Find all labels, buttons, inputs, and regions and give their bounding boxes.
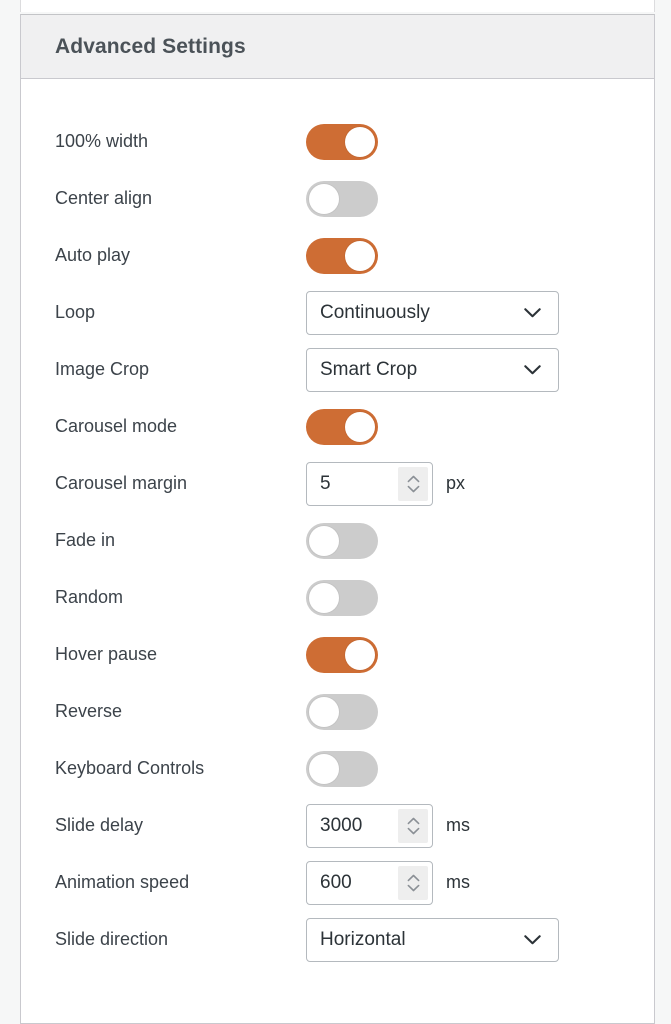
setting-label-reverse: Reverse xyxy=(55,700,123,721)
setting-control-full-width xyxy=(306,123,378,160)
panel-header[interactable]: Advanced Settings xyxy=(21,15,654,79)
setting-label-slide-delay: Slide delay xyxy=(55,814,144,835)
toggle-knob xyxy=(309,525,339,556)
setting-control-slide-direction: Horizontal xyxy=(306,917,559,962)
number-control-carousel-margin: 5 px xyxy=(306,461,466,506)
setting-control-hover-pause xyxy=(306,636,378,673)
spinner-up-icon[interactable] xyxy=(407,475,420,483)
setting-label-animation-speed: Animation speed xyxy=(55,871,190,892)
number-stepper-animation-speed[interactable] xyxy=(398,865,428,900)
setting-label-random: Random xyxy=(55,586,124,607)
setting-control-carousel-margin: 5 px xyxy=(306,461,466,506)
setting-label-carousel-mode: Carousel mode xyxy=(55,415,178,436)
settings-list: 100% width Center align Auto play Loop Conti… xyxy=(21,79,654,968)
spinner-down-icon[interactable] xyxy=(407,884,420,892)
select-loop[interactable]: Continuously xyxy=(306,290,559,335)
setting-control-center-align xyxy=(306,180,378,217)
toggle-knob xyxy=(309,582,339,613)
setting-row-random: Random xyxy=(21,569,654,626)
number-input-slide-delay[interactable]: 3000 xyxy=(306,803,433,848)
select-slide-direction[interactable]: Horizontal xyxy=(306,917,559,962)
setting-control-loop: Continuously xyxy=(306,290,559,335)
chevron-down-icon xyxy=(524,364,541,375)
setting-label-image-crop: Image Crop xyxy=(55,358,150,379)
setting-label-auto-play: Auto play xyxy=(55,244,131,265)
chevron-down-icon xyxy=(524,307,541,318)
toggle-knob xyxy=(345,639,375,670)
setting-row-reverse: Reverse xyxy=(21,683,654,740)
toggle-knob xyxy=(309,696,339,727)
setting-row-center-align: Center align xyxy=(21,170,654,227)
setting-control-keyboard-controls xyxy=(306,750,378,787)
setting-label-center-align: Center align xyxy=(55,187,153,208)
select-value-slide-direction: Horizontal xyxy=(320,928,406,950)
setting-label-full-width: 100% width xyxy=(55,130,149,151)
toggle-knob xyxy=(345,240,375,271)
setting-label-fade-in: Fade in xyxy=(55,529,116,550)
setting-row-slide-delay: Slide delay 3000 ms xyxy=(21,797,654,854)
spinner-down-icon[interactable] xyxy=(407,485,420,493)
setting-control-carousel-mode xyxy=(306,408,378,445)
number-value-animation-speed: 600 xyxy=(320,871,352,893)
advanced-settings-panel: Advanced Settings 100% width Center align… xyxy=(20,14,655,1024)
number-input-carousel-margin[interactable]: 5 xyxy=(306,461,433,506)
previous-panel-edge xyxy=(20,0,655,12)
unit-label-slide-delay: ms xyxy=(446,815,470,835)
toggle-random[interactable] xyxy=(306,579,378,616)
toggle-knob xyxy=(345,126,375,157)
setting-control-slide-delay: 3000 ms xyxy=(306,803,470,848)
setting-control-animation-speed: 600 ms xyxy=(306,860,470,905)
toggle-full-width[interactable] xyxy=(306,123,378,160)
unit-label-animation-speed: ms xyxy=(446,872,470,892)
setting-control-fade-in xyxy=(306,522,378,559)
select-value-loop: Continuously xyxy=(320,301,430,323)
toggle-auto-play[interactable] xyxy=(306,237,378,274)
setting-row-hover-pause: Hover pause xyxy=(21,626,654,683)
toggle-reverse[interactable] xyxy=(306,693,378,730)
number-value-slide-delay: 3000 xyxy=(320,814,363,836)
setting-row-animation-speed: Animation speed 600 ms xyxy=(21,854,654,911)
spinner-up-icon[interactable] xyxy=(407,874,420,882)
toggle-knob xyxy=(345,411,375,442)
setting-label-keyboard-controls: Keyboard Controls xyxy=(55,757,205,778)
spinner-up-icon[interactable] xyxy=(407,817,420,825)
number-stepper-carousel-margin[interactable] xyxy=(398,466,428,501)
toggle-center-align[interactable] xyxy=(306,180,378,217)
setting-row-loop: Loop Continuously xyxy=(21,284,654,341)
setting-row-slide-direction: Slide direction Horizontal xyxy=(21,911,654,968)
toggle-hover-pause[interactable] xyxy=(306,636,378,673)
select-value-image-crop: Smart Crop xyxy=(320,358,418,380)
setting-control-auto-play xyxy=(306,237,378,274)
setting-label-hover-pause: Hover pause xyxy=(55,643,158,664)
toggle-knob xyxy=(309,753,339,784)
setting-row-carousel-mode: Carousel mode xyxy=(21,398,654,455)
unit-label-carousel-margin: px xyxy=(446,473,466,493)
toggle-fade-in[interactable] xyxy=(306,522,378,559)
number-stepper-slide-delay[interactable] xyxy=(398,808,428,843)
setting-label-slide-direction: Slide direction xyxy=(55,928,169,949)
number-control-slide-delay: 3000 ms xyxy=(306,803,470,848)
setting-row-fade-in: Fade in xyxy=(21,512,654,569)
setting-row-full-width: 100% width xyxy=(21,113,654,170)
chevron-down-icon xyxy=(524,934,541,945)
select-image-crop[interactable]: Smart Crop xyxy=(306,347,559,392)
number-input-animation-speed[interactable]: 600 xyxy=(306,860,433,905)
setting-row-auto-play: Auto play xyxy=(21,227,654,284)
spinner-down-icon[interactable] xyxy=(407,827,420,835)
page-title: Advanced Settings xyxy=(55,34,246,58)
setting-control-image-crop: Smart Crop xyxy=(306,347,559,392)
toggle-knob xyxy=(309,183,339,214)
setting-control-reverse xyxy=(306,693,378,730)
setting-label-loop: Loop xyxy=(55,301,96,322)
setting-row-keyboard-controls: Keyboard Controls xyxy=(21,740,654,797)
setting-control-random xyxy=(306,579,378,616)
setting-row-image-crop: Image Crop Smart Crop xyxy=(21,341,654,398)
toggle-carousel-mode[interactable] xyxy=(306,408,378,445)
setting-row-carousel-margin: Carousel margin 5 px xyxy=(21,455,654,512)
number-control-animation-speed: 600 ms xyxy=(306,860,470,905)
number-value-carousel-margin: 5 xyxy=(320,472,331,494)
setting-label-carousel-margin: Carousel margin xyxy=(55,472,188,493)
toggle-keyboard-controls[interactable] xyxy=(306,750,378,787)
